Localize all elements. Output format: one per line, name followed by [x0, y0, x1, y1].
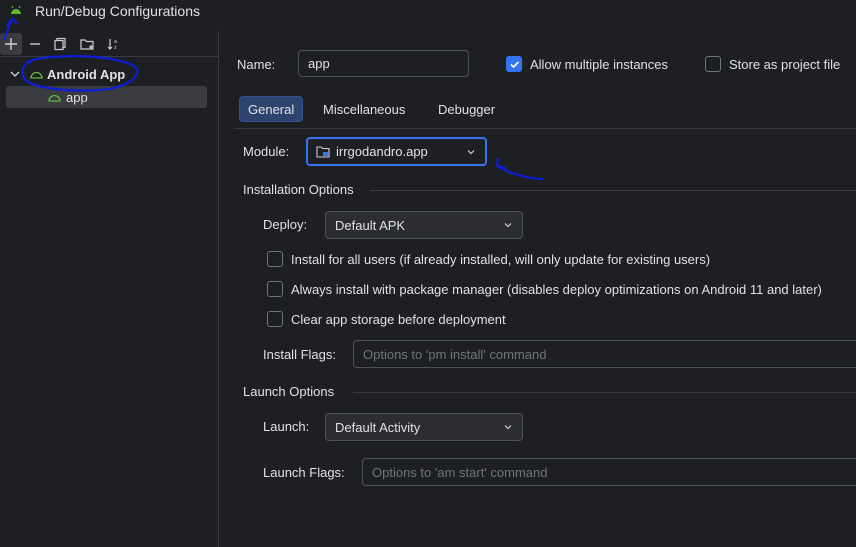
chevron-down-icon — [504, 223, 512, 228]
title-bar: Run/Debug Configurations — [0, 0, 856, 24]
module-select[interactable]: irrgodandro.app — [306, 137, 487, 166]
install-flags-label: Install Flags: — [263, 347, 336, 362]
copy-configuration-button[interactable] — [49, 33, 71, 55]
tab-debugger[interactable]: Debugger — [430, 96, 503, 122]
tab-label: Debugger — [438, 101, 496, 117]
module-folder-icon — [316, 146, 330, 158]
install-flags-placeholder: Options to 'pm install' command — [363, 346, 547, 362]
launch-select[interactable]: Default Activity — [325, 413, 523, 441]
tab-general[interactable]: General — [239, 96, 304, 122]
android-icon — [30, 71, 43, 79]
module-select-value: irrgodandro.app — [336, 144, 428, 159]
deploy-select-value: Default APK — [335, 217, 406, 233]
install-all-users-label: Install for all users (if already instal… — [291, 252, 711, 267]
folder-icon — [80, 39, 94, 50]
launch-flags-placeholder: Options to 'am start' command — [372, 464, 548, 480]
svg-text:z: z — [114, 45, 117, 51]
launch-divider — [353, 392, 856, 393]
name-field-value: app — [308, 56, 330, 71]
clear-storage-label: Clear app storage before deployment — [291, 312, 506, 327]
launch-label: Launch: — [263, 419, 310, 434]
chevron-down-icon — [10, 71, 20, 77]
install-flags-field[interactable]: Options to 'pm install' command — [353, 340, 856, 368]
name-label: Name: — [237, 57, 276, 72]
remove-configuration-button[interactable] — [24, 33, 46, 55]
window-title: Run/Debug Configurations — [35, 3, 200, 19]
deploy-label: Deploy: — [263, 217, 308, 232]
store-as-project-file-label: Store as project file — [729, 57, 841, 72]
configuration-editor: Name: app Allow multiple instances Store… — [220, 31, 856, 547]
configurations-toolbar: az — [0, 31, 219, 57]
allow-multiple-instances-label: Allow multiple instances — [530, 57, 669, 72]
allow-multiple-instances-checkbox[interactable] — [506, 56, 522, 72]
add-configuration-button[interactable] — [0, 33, 22, 55]
launch-options-title: Launch Options — [243, 384, 335, 399]
minus-icon — [30, 43, 40, 45]
plus-icon — [5, 38, 17, 50]
android-icon — [48, 94, 61, 102]
installation-divider — [370, 190, 856, 191]
chevron-down-icon — [504, 425, 512, 430]
tab-miscellaneous[interactable]: Miscellaneous — [315, 96, 413, 122]
tree-group-android-app[interactable]: Android App — [6, 63, 207, 85]
chevron-down-icon — [467, 150, 475, 155]
tree-item-app[interactable]: app — [6, 86, 207, 108]
tabs-divider — [235, 128, 856, 129]
checkmark-icon — [509, 60, 519, 68]
tab-label: Miscellaneous — [323, 101, 406, 117]
launch-flags-label: Launch Flags: — [263, 465, 345, 480]
package-manager-label: Always install with package manager (dis… — [291, 282, 822, 297]
copy-icon — [54, 37, 66, 51]
name-field[interactable]: app — [298, 50, 469, 77]
package-manager-checkbox[interactable] — [267, 281, 283, 297]
launch-select-value: Default Activity — [335, 419, 421, 435]
tree-group-label: Android App — [47, 66, 126, 82]
deploy-select[interactable]: Default APK — [325, 211, 523, 239]
sort-button[interactable]: az — [102, 33, 124, 55]
new-folder-button[interactable] — [76, 33, 98, 55]
sort-icon: az — [107, 39, 117, 51]
tab-label: General — [248, 101, 295, 117]
installation-options-title: Installation Options — [243, 182, 354, 197]
store-as-project-file-checkbox[interactable] — [705, 56, 721, 72]
clear-storage-checkbox[interactable] — [267, 311, 283, 327]
tree-item-label: app — [66, 89, 88, 105]
android-icon — [11, 5, 21, 14]
configurations-panel: az Android App app — [0, 31, 219, 547]
module-label: Module: — [243, 144, 290, 159]
install-all-users-checkbox[interactable] — [267, 251, 283, 267]
launch-flags-field[interactable]: Options to 'am start' command — [362, 458, 856, 486]
